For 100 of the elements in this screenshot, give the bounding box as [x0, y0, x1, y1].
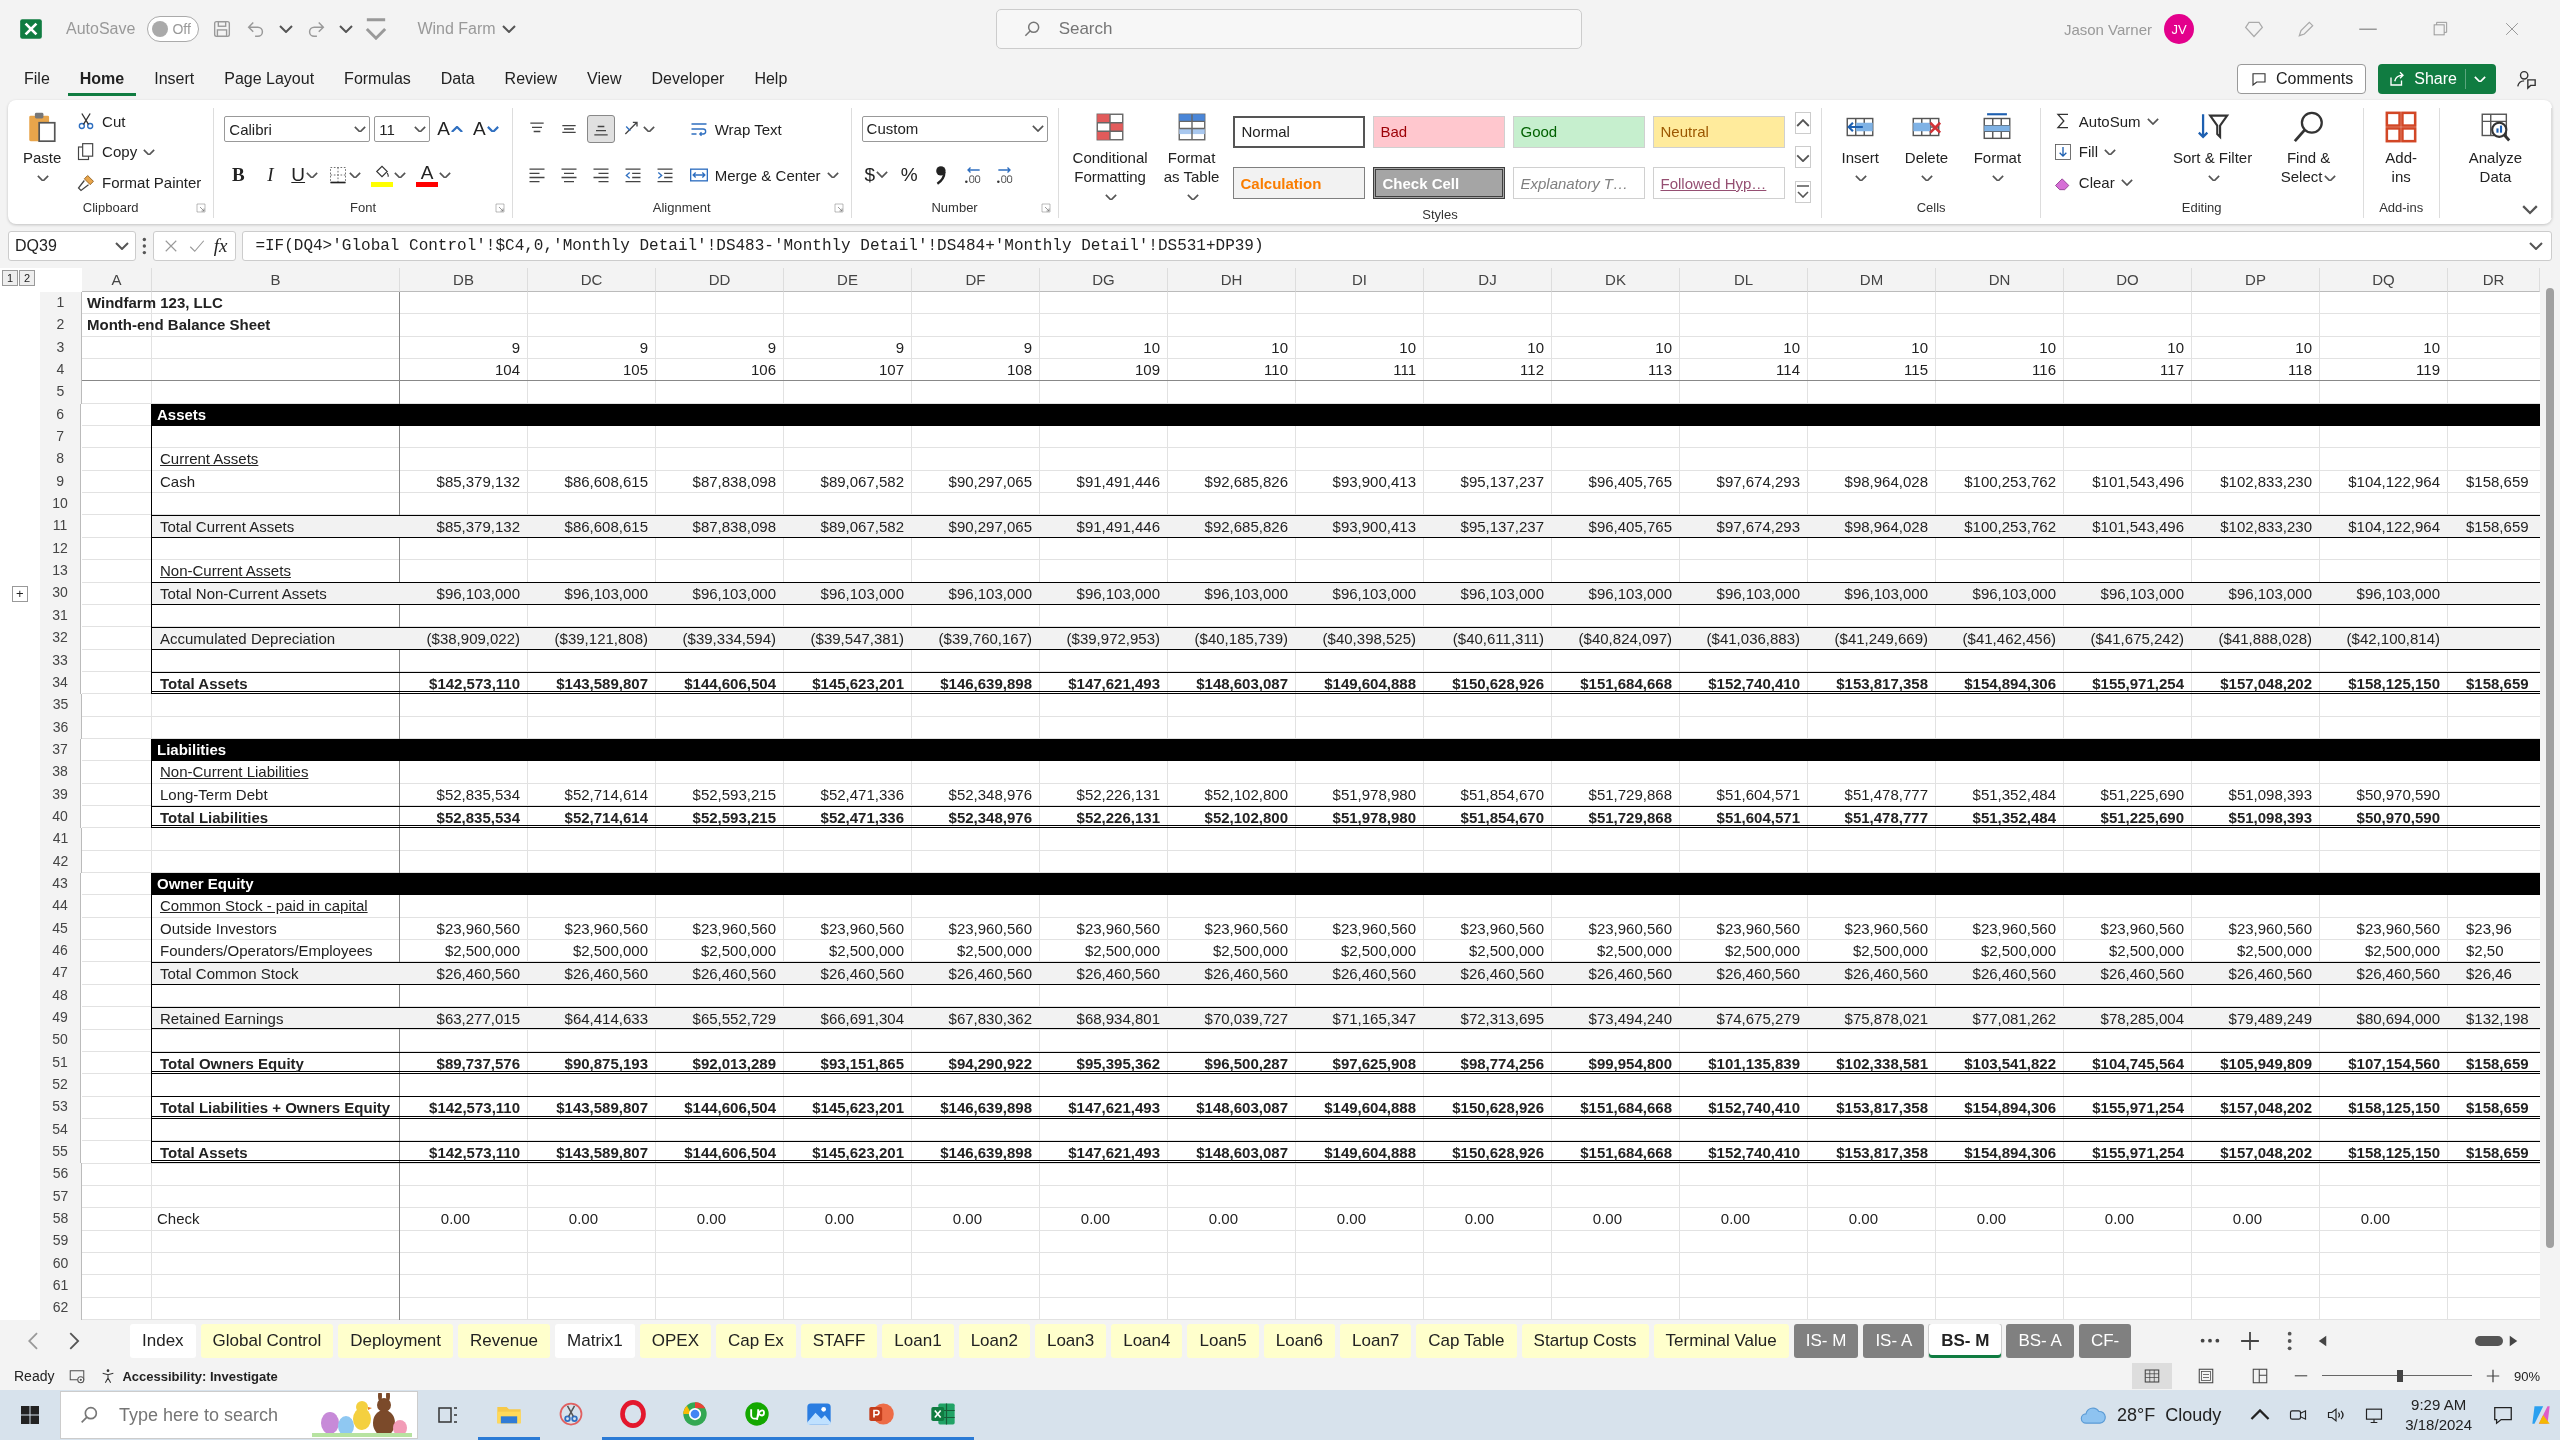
outline-level-button[interactable]: 2	[19, 270, 35, 286]
ribbon-tab[interactable]: File	[12, 62, 62, 96]
row-header[interactable]: 57	[40, 1185, 82, 1209]
sheet-tab[interactable]: STAFF	[800, 1324, 878, 1358]
row-header[interactable]: 52	[39, 1074, 82, 1097]
ribbon-tab[interactable]: Data	[428, 62, 487, 96]
column-header[interactable]: DJ	[1424, 268, 1552, 292]
toolbar-button[interactable]: A	[434, 115, 466, 143]
sheet-tab[interactable]: Loan2	[958, 1324, 1030, 1358]
sheet-tab[interactable]: Loan7	[1340, 1324, 1412, 1358]
row-header[interactable]: 6	[39, 403, 82, 427]
row-header[interactable]: 41	[40, 828, 82, 851]
column-header[interactable]: DR	[2448, 268, 2540, 292]
column-header[interactable]: B	[152, 268, 400, 292]
row-header[interactable]: 56	[40, 1163, 82, 1186]
row-header[interactable]: 61	[40, 1275, 82, 1298]
cell-style-option[interactable]: Explanatory T…	[1513, 167, 1646, 200]
row-header[interactable]: 7	[39, 426, 82, 449]
row-header[interactable]: 35	[40, 694, 82, 717]
ribbon-tab[interactable]: Home	[67, 62, 137, 96]
ribbon-tab[interactable]: Formulas	[332, 62, 423, 96]
row-header[interactable]: 8	[39, 448, 82, 471]
zoom-slider[interactable]	[2321, 1370, 2472, 1382]
scroll-thumb[interactable]	[2475, 1336, 2503, 1346]
ribbon-button[interactable]: Fill	[2050, 139, 2118, 165]
row-header[interactable]: 13	[39, 560, 82, 583]
row-header[interactable]: 5	[40, 381, 82, 404]
accessibility-button[interactable]: Accessibility: Investigate	[100, 1368, 278, 1384]
column-header[interactable]: DM	[1808, 268, 1936, 292]
row-header[interactable]: 46	[39, 939, 82, 963]
view-button[interactable]	[2131, 1363, 2172, 1389]
ribbon-button[interactable]: Insert	[1832, 108, 1888, 188]
sheet-tab[interactable]: Cap Ex	[716, 1324, 796, 1358]
row-header[interactable]: 50	[39, 1029, 82, 1052]
row-header[interactable]: 31	[39, 604, 82, 628]
row-header[interactable]: 59	[40, 1230, 82, 1253]
column-header[interactable]: DO	[2064, 268, 2192, 292]
sheet-tab[interactable]: Revenue	[458, 1324, 551, 1358]
toolbar-button[interactable]: B	[224, 161, 253, 189]
ribbon-button[interactable]: Sort & Filter	[2168, 108, 2257, 188]
row-header[interactable]: 44	[39, 895, 82, 918]
row-header[interactable]: 49	[39, 1007, 82, 1030]
horizontal-scrollbar[interactable]	[2318, 1335, 2518, 1347]
column-header[interactable]: DH	[1168, 268, 1296, 292]
ribbon-button[interactable]: Delete	[1896, 108, 1957, 188]
ribbon-button[interactable]: Paste	[18, 108, 67, 188]
ribbon-button[interactable]: Analyze Data	[2449, 108, 2541, 188]
toolbar-button[interactable]: $	[861, 160, 892, 189]
row-header[interactable]: 33	[39, 649, 82, 672]
row-header[interactable]: 34	[39, 671, 82, 695]
row-header[interactable]: 10	[39, 493, 82, 516]
weather-widget[interactable]: 28°F Cloudy	[2079, 1401, 2222, 1429]
sheet-tab[interactable]: Startup Costs	[1521, 1324, 1649, 1358]
gallery-scroll-button[interactable]	[1795, 112, 1812, 135]
ribbon-button[interactable]: Copy	[74, 139, 158, 165]
column-header[interactable]: DI	[1296, 268, 1424, 292]
column-header[interactable]: DQ	[2320, 268, 2448, 292]
column-header[interactable]: DG	[1040, 268, 1168, 292]
toolbar-button[interactable]: %	[895, 160, 924, 189]
column-header[interactable]: DF	[912, 268, 1040, 292]
ribbon-button[interactable]: Format as Table	[1159, 108, 1224, 207]
row-header[interactable]: 38	[39, 761, 82, 784]
name-box[interactable]: DQ39	[8, 231, 136, 261]
ribbon-button[interactable]: Wrap Text	[686, 116, 784, 142]
toolbar-button[interactable]: I	[256, 161, 285, 189]
sheet-tab[interactable]: Global Control	[200, 1324, 334, 1358]
row-header[interactable]: 2	[40, 314, 82, 337]
user-avatar[interactable]: JV	[2164, 14, 2194, 44]
comments-button[interactable]: Comments	[2236, 64, 2367, 94]
sheet-tab[interactable]: Index	[130, 1324, 196, 1358]
ribbon-button[interactable]: Clear	[2050, 169, 2135, 196]
sheet-tab[interactable]: Loan5	[1187, 1324, 1259, 1358]
row-header[interactable]: 36	[40, 716, 82, 739]
ribbon-button[interactable]: Format Painter	[74, 169, 204, 196]
ribbon-tab[interactable]: Page Layout	[212, 62, 327, 96]
column-header[interactable]: DE	[784, 268, 912, 292]
row-header[interactable]: 40	[39, 805, 82, 829]
cell-style-option[interactable]: Normal	[1233, 115, 1366, 148]
column-header[interactable]: DN	[1936, 268, 2064, 292]
dropdown-field[interactable]: 11	[374, 116, 431, 142]
ribbon-button[interactable]: Add-ins	[2373, 108, 2429, 188]
column-header[interactable]: DB	[400, 268, 528, 292]
sheet-tab[interactable]: Loan1	[882, 1324, 954, 1358]
row-header[interactable]: 3	[40, 336, 82, 360]
insert-function-button[interactable]: fx	[213, 235, 228, 257]
ribbon-tab[interactable]: View	[575, 62, 634, 96]
row-header[interactable]: 53	[39, 1096, 82, 1119]
formula-field[interactable]: =IF(DQ4>'Global Control'!$C4,0,'Monthly Detail'!DS483-'Monthly Detail'!DS484+'Monthly Detail'!DS531+DP39)	[242, 231, 2552, 261]
dropdown-field[interactable]: Calibri	[224, 116, 371, 142]
sheet-tab[interactable]: BS- A	[2006, 1324, 2074, 1358]
toolbar-button[interactable]: A	[470, 115, 502, 143]
cell-style-option[interactable]: Good	[1513, 115, 1646, 148]
row-header[interactable]: 54	[39, 1118, 82, 1142]
ribbon-button[interactable]: Format	[1964, 108, 2030, 188]
sheet-tab[interactable]: Loan6	[1263, 1324, 1336, 1358]
dropdown-field[interactable]: Custom	[861, 115, 1048, 142]
row-header[interactable]: 55	[39, 1141, 82, 1164]
row-header[interactable]: 32	[39, 627, 82, 650]
ribbon-tab[interactable]: Help	[742, 62, 800, 96]
cell-style-option[interactable]: Followed Hyp…	[1653, 167, 1786, 200]
